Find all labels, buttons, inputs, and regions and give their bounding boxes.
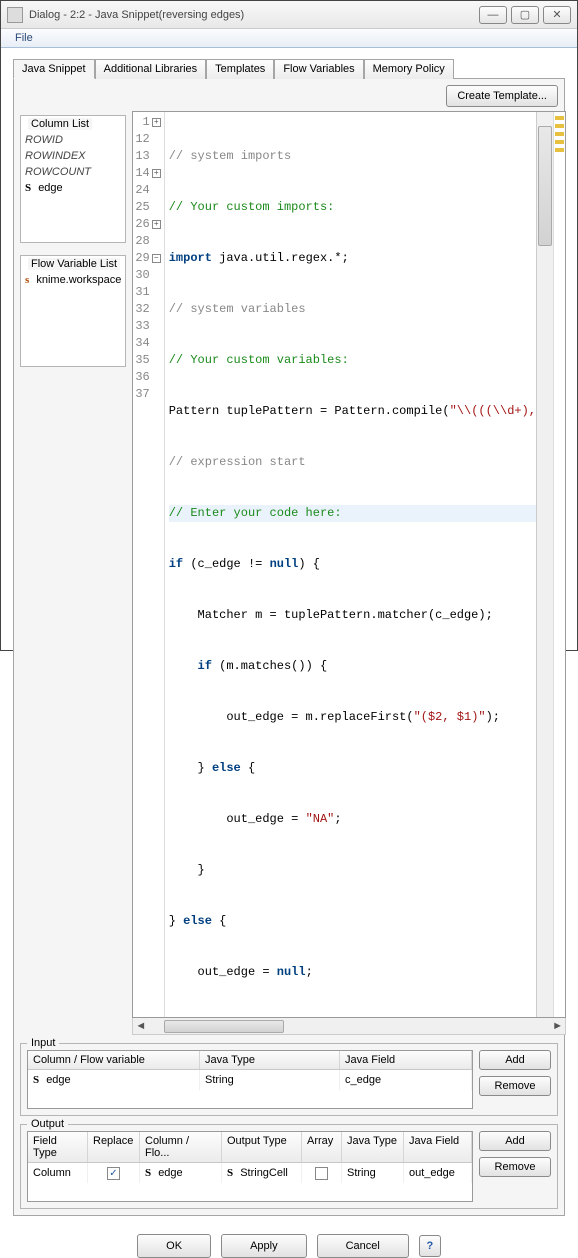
output-cell-javatype: String [342,1163,404,1183]
output-add-button[interactable]: Add [479,1131,551,1151]
fold-icon[interactable]: + [152,169,161,178]
column-list-panel: Column List ROWID ROWINDEX ROWCOUNT S ed… [20,115,126,243]
output-header-javafield[interactable]: Java Field [404,1132,472,1162]
input-cell-javatype: String [200,1070,340,1090]
code-editor[interactable]: 1+ 12 13 14+ 24 25 26+ 28 29− 30 31 32 3… [132,111,566,1018]
editor-gutter: 1+ 12 13 14+ 24 25 26+ 28 29− 30 31 32 3… [133,112,164,1017]
tab-memory-policy[interactable]: Memory Policy [364,59,454,79]
create-template-button[interactable]: Create Template... [446,85,558,107]
output-cell-column: edge [158,1167,182,1179]
horizontal-scrollbar[interactable]: ◄► [132,1018,566,1035]
output-header-outputtype[interactable]: Output Type [222,1132,302,1162]
string-icon: S [145,1167,151,1179]
flowvar-knime-workspace[interactable]: s knime.workspace [25,272,121,288]
fold-icon[interactable]: + [152,118,161,127]
flow-variable-list-panel: Flow Variable List s knime.workspace [20,255,126,367]
input-section: Input Column / Flow variable Java Type J… [20,1043,558,1116]
output-section: Output Field Type Replace Column / Flo..… [20,1124,558,1209]
help-button[interactable]: ? [419,1235,441,1257]
fold-icon[interactable]: − [152,254,161,263]
fold-icon[interactable]: + [152,220,161,229]
input-header-javafield[interactable]: Java Field [340,1051,472,1069]
input-remove-button[interactable]: Remove [479,1076,551,1096]
input-cell-javafield: c_edge [340,1070,472,1090]
titlebar: Dialog - 2:2 - Java Snippet(reversing ed… [1,1,577,29]
string-icon: S [33,1074,39,1086]
output-table[interactable]: Field Type Replace Column / Flo... Outpu… [27,1131,473,1202]
minimize-button[interactable]: — [479,6,507,24]
tab-java-snippet[interactable]: Java Snippet [13,59,95,79]
output-remove-button[interactable]: Remove [479,1157,551,1177]
input-header-javatype[interactable]: Java Type [200,1051,340,1069]
output-cell-outputtype: StringCell [240,1167,288,1179]
column-rowid[interactable]: ROWID [25,132,121,148]
apply-button[interactable]: Apply [221,1234,307,1258]
output-header-javatype[interactable]: Java Type [342,1132,404,1162]
editor-marker-bar [553,112,565,1017]
output-cell-javafield: out_edge [404,1163,472,1183]
output-header-replace[interactable]: Replace [88,1132,140,1162]
column-list-legend: Column List [28,118,92,130]
replace-checkbox[interactable]: ✓ [107,1167,120,1180]
array-checkbox[interactable] [315,1167,328,1180]
window-title: Dialog - 2:2 - Java Snippet(reversing ed… [29,9,475,21]
cancel-button[interactable]: Cancel [317,1234,409,1258]
table-row[interactable]: Column ✓ S edge S StringCell String out_… [28,1163,472,1183]
flowvar-label: knime.workspace [36,272,121,288]
string-icon: S [227,1167,233,1179]
tab-templates[interactable]: Templates [206,59,274,79]
vertical-scrollbar[interactable] [536,112,553,1017]
flow-variable-legend: Flow Variable List [28,258,120,270]
tab-additional-libraries[interactable]: Additional Libraries [95,59,207,79]
maximize-button[interactable]: ▢ [511,6,539,24]
input-table[interactable]: Column / Flow variable Java Type Java Fi… [27,1050,473,1109]
input-cell-column: edge [46,1074,70,1086]
output-header-array[interactable]: Array [302,1132,342,1162]
ok-button[interactable]: OK [137,1234,211,1258]
menubar: File [1,29,577,48]
input-add-button[interactable]: Add [479,1050,551,1070]
tab-flow-variables[interactable]: Flow Variables [274,59,363,79]
output-cell-fieldtype: Column [28,1163,88,1183]
string-icon: S [25,180,31,196]
output-header-fieldtype[interactable]: Field Type [28,1132,88,1162]
tab-strip: Java Snippet Additional Libraries Templa… [13,58,565,79]
input-legend: Input [27,1037,59,1049]
column-edge[interactable]: S edge [25,180,121,196]
close-button[interactable]: ✕ [543,6,571,24]
app-icon [7,7,23,23]
tab-panel: Create Template... Column List ROWID ROW… [13,79,565,1216]
dialog-buttons: OK Apply Cancel ? [13,1234,565,1258]
table-row[interactable]: S edge String c_edge [28,1070,472,1090]
menu-file[interactable]: File [9,30,39,46]
string-icon: s [25,272,29,288]
column-edge-label: edge [38,180,62,196]
column-rowindex[interactable]: ROWINDEX [25,148,121,164]
column-rowcount[interactable]: ROWCOUNT [25,164,121,180]
editor-code[interactable]: // system imports // Your custom imports… [165,112,536,1017]
output-header-column[interactable]: Column / Flo... [140,1132,222,1162]
input-header-colflow[interactable]: Column / Flow variable [28,1051,200,1069]
output-legend: Output [27,1118,68,1130]
